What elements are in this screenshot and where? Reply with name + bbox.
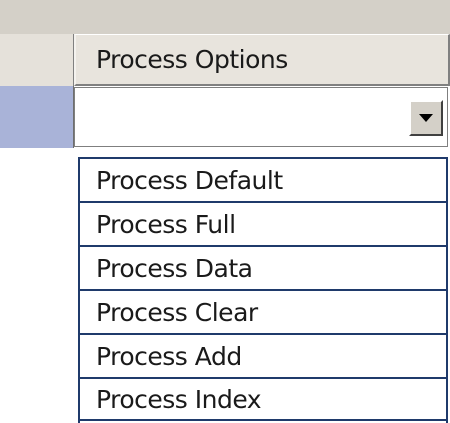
row-header-corner	[0, 34, 74, 86]
grid-top-strip	[0, 0, 450, 34]
option-process-data[interactable]: Process Data	[80, 245, 446, 289]
process-options-dropdown-list: Process Default Process Full Process Dat…	[78, 157, 448, 423]
option-process-full[interactable]: Process Full	[80, 201, 446, 245]
option-process-default[interactable]: Process Default	[80, 157, 446, 201]
option-process-clear[interactable]: Process Clear	[80, 289, 446, 333]
grid-view: Process Options Process Default Process …	[0, 0, 450, 423]
column-header-process-options[interactable]: Process Options	[74, 34, 450, 86]
grid-data-row	[0, 86, 450, 148]
option-process-add[interactable]: Process Add	[80, 333, 446, 377]
dropdown-button[interactable]	[409, 100, 443, 136]
column-header-label: Process Options	[96, 45, 288, 74]
grid-header-row: Process Options	[0, 34, 450, 86]
chevron-down-icon	[419, 114, 433, 122]
row-selector[interactable]	[0, 86, 74, 148]
option-process-index[interactable]: Process Index	[80, 377, 446, 421]
process-options-combobox[interactable]	[74, 87, 448, 147]
